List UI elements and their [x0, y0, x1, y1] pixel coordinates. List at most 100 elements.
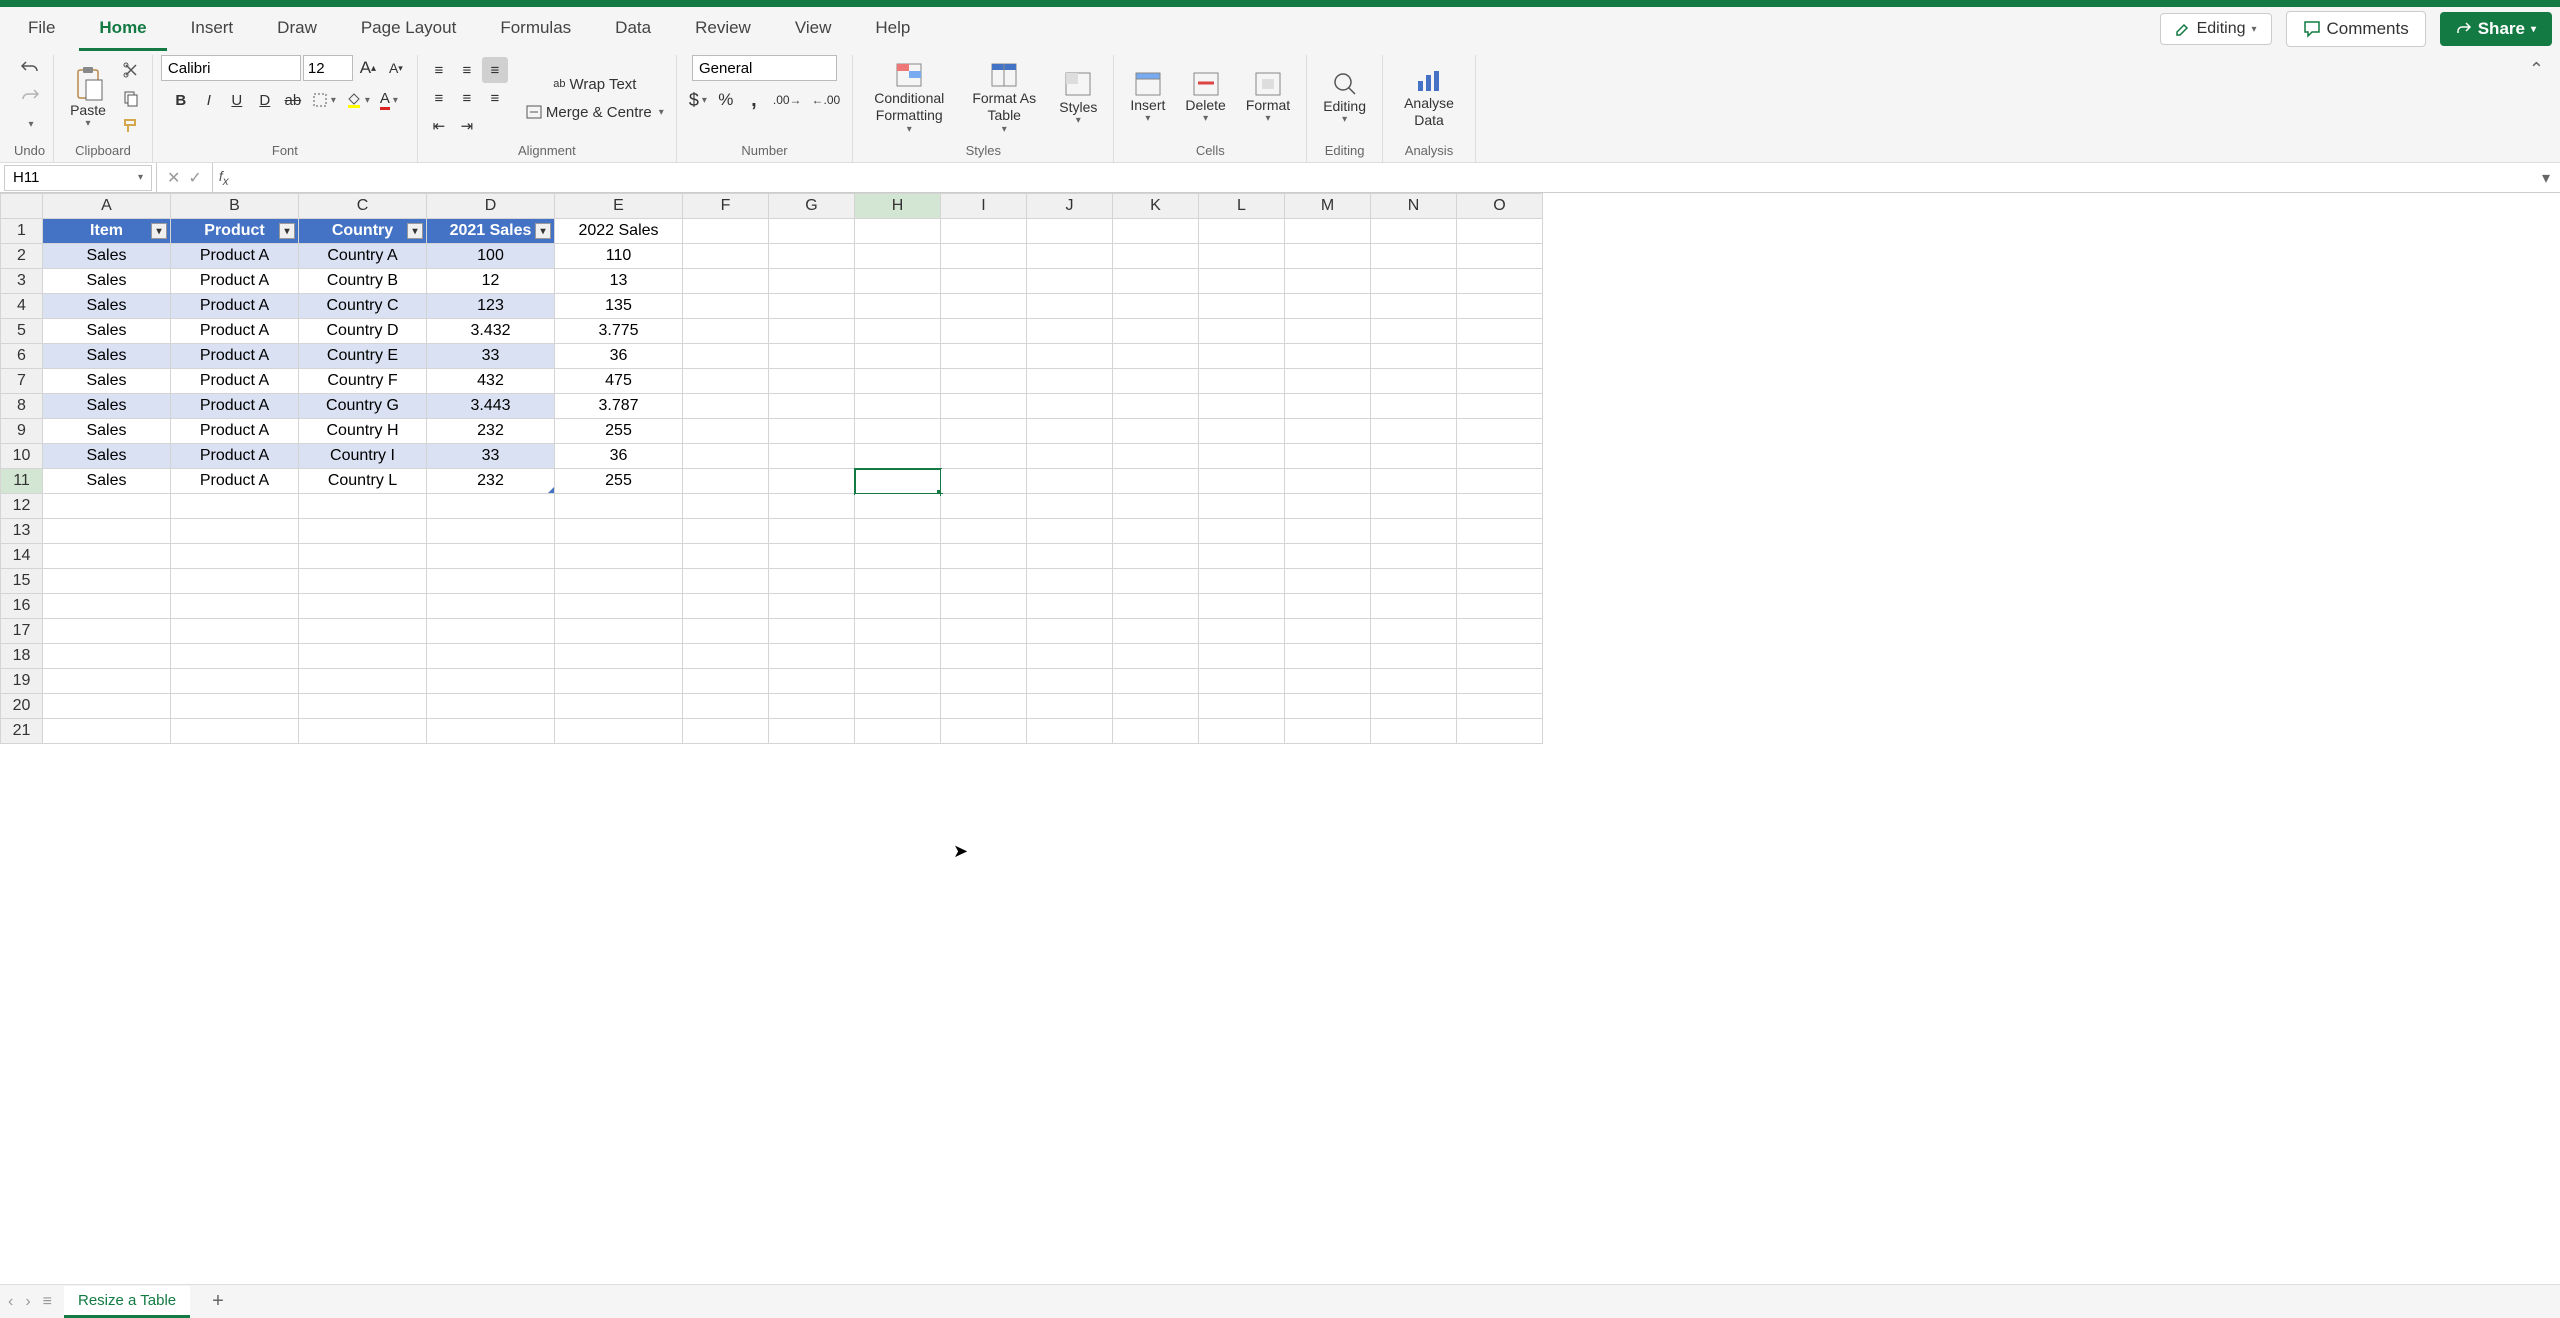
row-header-18[interactable]: 18 — [1, 644, 43, 669]
cell-H9[interactable] — [855, 419, 941, 444]
cell-N7[interactable] — [1371, 369, 1457, 394]
cell-M17[interactable] — [1285, 619, 1371, 644]
cell-L9[interactable] — [1199, 419, 1285, 444]
cell-B7[interactable]: Product A — [171, 369, 299, 394]
cell-M9[interactable] — [1285, 419, 1371, 444]
cell-I13[interactable] — [941, 519, 1027, 544]
row-header-2[interactable]: 2 — [1, 244, 43, 269]
cell-G16[interactable] — [769, 594, 855, 619]
row-header-12[interactable]: 12 — [1, 494, 43, 519]
cell-E2[interactable]: 110 — [555, 244, 683, 269]
cell-C16[interactable] — [299, 594, 427, 619]
cell-N2[interactable] — [1371, 244, 1457, 269]
cell-C17[interactable] — [299, 619, 427, 644]
underline-button[interactable]: U — [224, 87, 250, 113]
cell-O20[interactable] — [1457, 694, 1543, 719]
cell-N15[interactable] — [1371, 569, 1457, 594]
cell-L16[interactable] — [1199, 594, 1285, 619]
format-as-table-button[interactable]: Format As Table▾ — [961, 56, 1047, 140]
cell-D19[interactable] — [427, 669, 555, 694]
fx-icon[interactable]: fx — [213, 168, 235, 188]
col-header-M[interactable]: M — [1285, 194, 1371, 219]
cell-L7[interactable] — [1199, 369, 1285, 394]
cell-F20[interactable] — [683, 694, 769, 719]
cell-B9[interactable]: Product A — [171, 419, 299, 444]
cell-N21[interactable] — [1371, 719, 1457, 744]
tab-view[interactable]: View — [775, 8, 852, 51]
cell-I16[interactable] — [941, 594, 1027, 619]
cell-F9[interactable] — [683, 419, 769, 444]
cell-O2[interactable] — [1457, 244, 1543, 269]
row-header-6[interactable]: 6 — [1, 344, 43, 369]
cell-H13[interactable] — [855, 519, 941, 544]
cell-A2[interactable]: Sales — [43, 244, 171, 269]
borders-button[interactable] — [308, 87, 340, 113]
cell-E17[interactable] — [555, 619, 683, 644]
format-painter-button[interactable] — [118, 113, 144, 139]
cell-M12[interactable] — [1285, 494, 1371, 519]
cell-H2[interactable] — [855, 244, 941, 269]
cell-E11[interactable]: 255 — [555, 469, 683, 494]
cell-I6[interactable] — [941, 344, 1027, 369]
cell-G13[interactable] — [769, 519, 855, 544]
cell-H10[interactable] — [855, 444, 941, 469]
cell-N4[interactable] — [1371, 294, 1457, 319]
cell-G1[interactable] — [769, 219, 855, 244]
cell-E14[interactable] — [555, 544, 683, 569]
cell-L5[interactable] — [1199, 319, 1285, 344]
cell-K13[interactable] — [1113, 519, 1199, 544]
cell-D8[interactable]: 3.443 — [427, 394, 555, 419]
cell-C2[interactable]: Country A — [299, 244, 427, 269]
cell-F17[interactable] — [683, 619, 769, 644]
cell-J3[interactable] — [1027, 269, 1113, 294]
cell-M14[interactable] — [1285, 544, 1371, 569]
cell-L12[interactable] — [1199, 494, 1285, 519]
cell-C6[interactable]: Country E — [299, 344, 427, 369]
cell-A10[interactable]: Sales — [43, 444, 171, 469]
cell-E18[interactable] — [555, 644, 683, 669]
cell-G3[interactable] — [769, 269, 855, 294]
currency-button[interactable]: $ — [685, 87, 711, 113]
insert-cells-button[interactable]: Insert▾ — [1122, 67, 1173, 130]
increase-font-button[interactable]: A▴ — [355, 55, 381, 81]
cell-I15[interactable] — [941, 569, 1027, 594]
collapse-ribbon-button[interactable]: ⌃ — [2519, 55, 2554, 162]
cell-A3[interactable]: Sales — [43, 269, 171, 294]
cell-H8[interactable] — [855, 394, 941, 419]
cell-O9[interactable] — [1457, 419, 1543, 444]
col-header-E[interactable]: E — [555, 194, 683, 219]
cell-A6[interactable]: Sales — [43, 344, 171, 369]
cell-N5[interactable] — [1371, 319, 1457, 344]
font-name-input[interactable] — [161, 55, 301, 81]
cell-H20[interactable] — [855, 694, 941, 719]
cell-F5[interactable] — [683, 319, 769, 344]
cell-A20[interactable] — [43, 694, 171, 719]
cell-F14[interactable] — [683, 544, 769, 569]
cell-N18[interactable] — [1371, 644, 1457, 669]
align-top-button[interactable]: ≡ — [426, 57, 452, 83]
cell-L4[interactable] — [1199, 294, 1285, 319]
cancel-formula-button[interactable]: ✕ — [167, 168, 180, 188]
cell-F19[interactable] — [683, 669, 769, 694]
cell-I10[interactable] — [941, 444, 1027, 469]
cell-G6[interactable] — [769, 344, 855, 369]
cell-B11[interactable]: Product A — [171, 469, 299, 494]
col-header-I[interactable]: I — [941, 194, 1027, 219]
row-header-11[interactable]: 11 — [1, 469, 43, 494]
cell-K1[interactable] — [1113, 219, 1199, 244]
cell-G2[interactable] — [769, 244, 855, 269]
cell-E20[interactable] — [555, 694, 683, 719]
cell-L3[interactable] — [1199, 269, 1285, 294]
cell-D5[interactable]: 3.432 — [427, 319, 555, 344]
cell-A18[interactable] — [43, 644, 171, 669]
fill-color-button[interactable] — [342, 87, 374, 113]
filter-dropdown-icon[interactable]: ▾ — [151, 223, 167, 239]
cell-O17[interactable] — [1457, 619, 1543, 644]
cell-D20[interactable] — [427, 694, 555, 719]
cell-K5[interactable] — [1113, 319, 1199, 344]
col-header-L[interactable]: L — [1199, 194, 1285, 219]
cell-K4[interactable] — [1113, 294, 1199, 319]
cell-G18[interactable] — [769, 644, 855, 669]
cell-L17[interactable] — [1199, 619, 1285, 644]
row-header-1[interactable]: 1 — [1, 219, 43, 244]
